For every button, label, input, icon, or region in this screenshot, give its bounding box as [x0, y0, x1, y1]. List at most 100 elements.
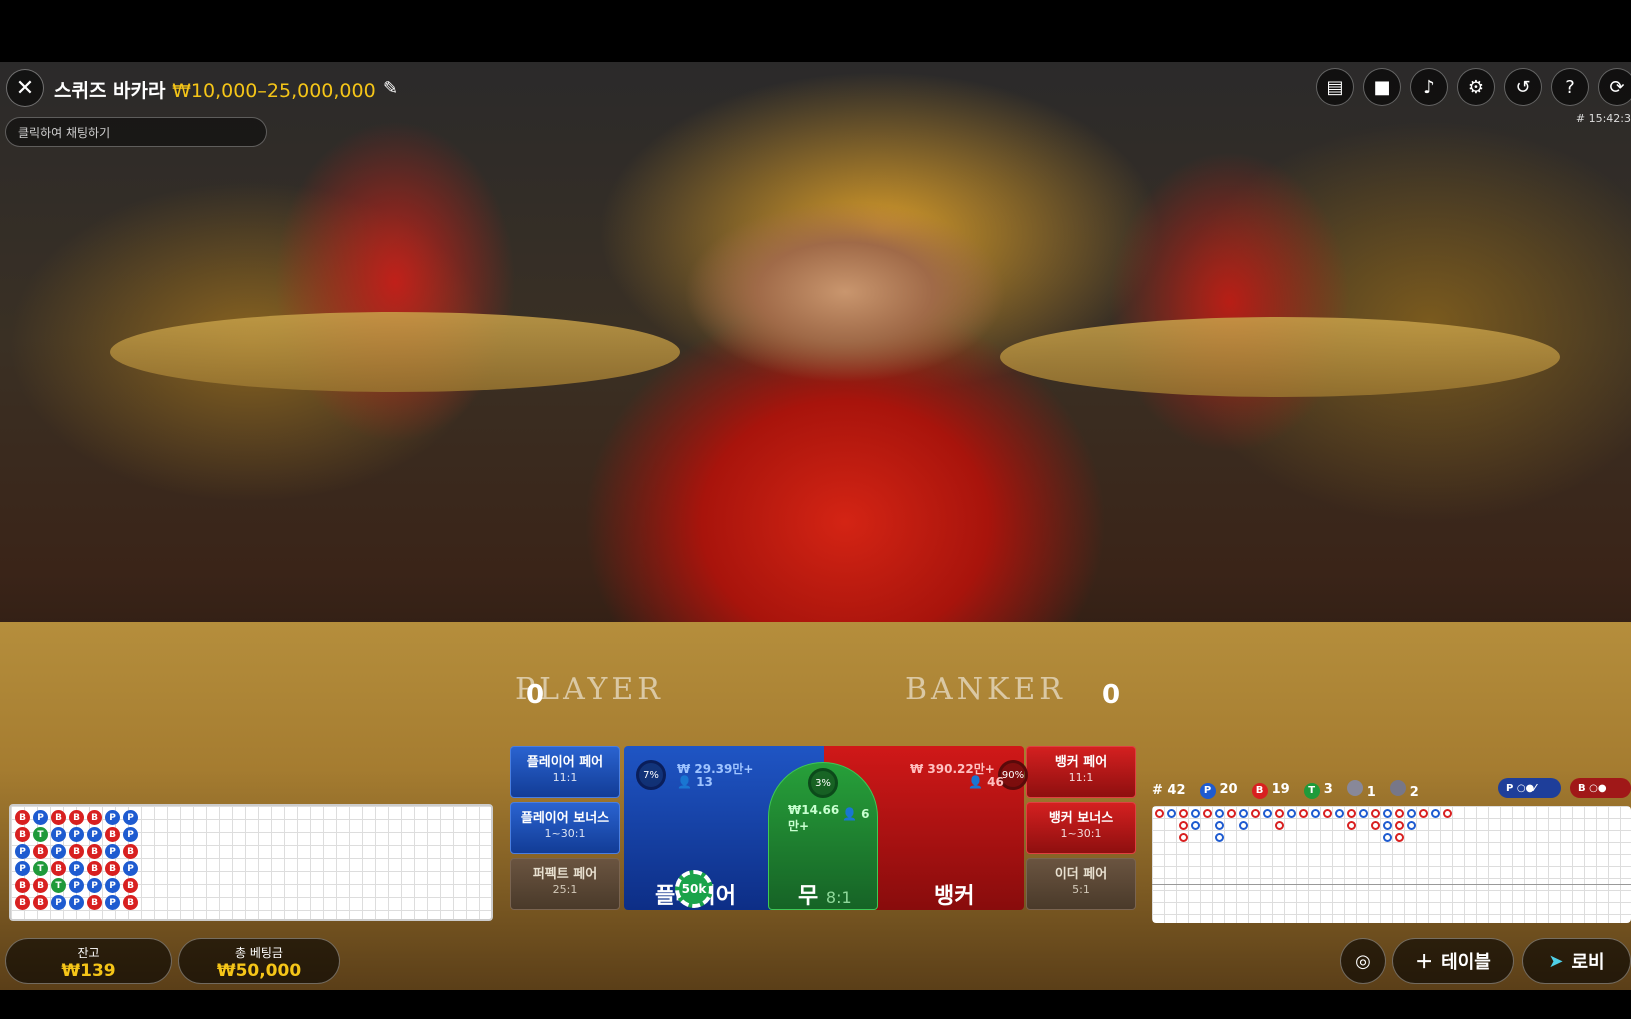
bead-banker: B: [51, 810, 66, 825]
tie-odds: 8:1: [825, 888, 852, 907]
big-road-mark: [1203, 809, 1212, 818]
bead-road[interactable]: BPBBBPPBTPPPBPPBPBBPBPTBPBBPBBTPPPBBBPPB…: [9, 804, 493, 921]
banker-bonus-odds: 1~30:1: [1060, 827, 1102, 840]
bead-player: P: [51, 827, 66, 842]
pin-icon[interactable]: ✎: [383, 78, 398, 99]
tie-percent: 3%: [808, 768, 838, 798]
player-pair-bet[interactable]: 플레이어 페어 11:1: [510, 746, 620, 798]
bead-banker: B: [87, 895, 102, 910]
banker-dot: B: [1251, 782, 1268, 799]
chip-stack-button[interactable]: ◎: [1340, 938, 1386, 984]
player-count-value: 13: [696, 775, 713, 789]
bead-banker: B: [123, 895, 138, 910]
player-dot: P: [1199, 782, 1216, 799]
big-road-mark: [1215, 821, 1224, 830]
bead-banker: B: [87, 844, 102, 859]
chat-input[interactable]: 클릭하여 채팅하기: [5, 117, 267, 147]
banker-count: 👤 46: [968, 775, 1004, 789]
bead-player: P: [69, 861, 84, 876]
close-button[interactable]: ✕: [6, 69, 44, 107]
lobby-button-label: 로비: [1571, 952, 1605, 973]
perfect-pair-bet[interactable]: 퍼펙트 페어 25:1: [510, 858, 620, 910]
player-count: 👤 13: [677, 775, 713, 789]
player-wins-value: 20: [1219, 781, 1238, 797]
big-road-mark: [1299, 809, 1308, 818]
bead-player: P: [105, 844, 120, 859]
big-road-mark: [1227, 809, 1236, 818]
predict-banker[interactable]: B ○●: [1570, 778, 1631, 798]
big-road-mark: [1407, 821, 1416, 830]
player-pair-dot: [1346, 780, 1363, 796]
big-road-mark: [1179, 821, 1188, 830]
tie-label: 무 8:1: [798, 878, 852, 910]
tie-dot: T: [1303, 782, 1320, 799]
bead-banker: B: [69, 810, 84, 825]
lobby-icon: ➤: [1548, 950, 1564, 972]
banker-label: 뱅커: [934, 884, 975, 909]
predict-banker-label: B: [1578, 782, 1586, 794]
big-road-mark: [1239, 821, 1248, 830]
banker-pair-bet[interactable]: 뱅커 페어 11:1: [1026, 746, 1136, 798]
banker-pair-dot: [1389, 780, 1406, 796]
big-road-mark: [1263, 809, 1272, 818]
toolbar: ▤ ■ ♪ ⚙ ↺ ? ⟳: [1316, 68, 1631, 106]
big-road-mark: [1191, 809, 1200, 818]
game-id: # 15:42:3: [1575, 112, 1631, 125]
bead-player: P: [15, 844, 30, 859]
banker-pairs-value: 2: [1409, 785, 1419, 800]
big-road-mark: [1275, 809, 1284, 818]
roadmap-stats: # 42 P 20 B 19 T3 1 2: [1152, 780, 1419, 800]
settings-icon[interactable]: ⚙: [1457, 68, 1495, 106]
bead-banker: B: [15, 895, 30, 910]
bead-banker: B: [69, 844, 84, 859]
either-pair-odds: 5:1: [1072, 883, 1090, 896]
big-road-mark: [1359, 809, 1368, 818]
balance-label: 잔고: [77, 946, 100, 960]
big-road-mark: [1395, 833, 1404, 842]
bead-banker: B: [87, 861, 102, 876]
perfect-pair-label: 퍼펙트 페어: [532, 867, 598, 882]
tie-count: 👤 6: [842, 807, 870, 821]
either-pair-bet[interactable]: 이더 페어 5:1: [1026, 858, 1136, 910]
fullscreen-icon[interactable]: ⟳: [1598, 68, 1631, 106]
big-road-mark: [1215, 809, 1224, 818]
either-pair-label: 이더 페어: [1054, 867, 1108, 882]
lobby-button[interactable]: ➤ 로비: [1522, 938, 1631, 984]
banker-bonus-bet[interactable]: 뱅커 보너스 1~30:1: [1026, 802, 1136, 854]
big-road-mark: [1395, 809, 1404, 818]
total-bet-label: 총 베팅금: [235, 946, 283, 960]
total-bet-value: ₩50,000: [216, 961, 302, 981]
big-road-mark: [1431, 809, 1440, 818]
ties: T3: [1303, 781, 1333, 799]
big-road-mark: [1215, 833, 1224, 842]
player-percent: 7%: [636, 760, 666, 790]
chat-icon[interactable]: ▤: [1316, 68, 1354, 106]
banker-pair-odds: 11:1: [1068, 771, 1094, 784]
perfect-pair-odds: 25:1: [552, 883, 578, 896]
bead-road-grid: BPBBBPPBTPPPBPPBPBBPBPTBPBBPBBTPPPBBBPPB…: [15, 810, 139, 910]
ties-value: 3: [1323, 781, 1333, 797]
bead-player: P: [87, 827, 102, 842]
banker-pair-label: 뱅커 페어: [1054, 755, 1108, 770]
road-divider: [1152, 884, 1631, 885]
big-road-mark: [1239, 809, 1248, 818]
volume-icon[interactable]: ♪: [1410, 68, 1448, 106]
banker-count-value: 46: [987, 775, 1004, 789]
bead-banker: B: [87, 810, 102, 825]
predict-player[interactable]: P ○●⁄: [1498, 778, 1561, 798]
player-bonus-bet[interactable]: 플레이어 보너스 1~30:1: [510, 802, 620, 854]
player-score: 0: [526, 680, 545, 710]
bead-player: P: [33, 810, 48, 825]
big-road[interactable]: [1152, 806, 1631, 923]
history-icon[interactable]: ↺: [1504, 68, 1542, 106]
close-icon: ✕: [15, 75, 35, 101]
video-icon[interactable]: ■: [1363, 68, 1401, 106]
big-road-mark: [1167, 809, 1176, 818]
big-road-mark: [1191, 821, 1200, 830]
game-name: 스퀴즈 바카라: [54, 80, 166, 102]
player-pairs-value: 1: [1366, 785, 1376, 800]
bead-banker: B: [105, 861, 120, 876]
table-button[interactable]: ＋ 테이블: [1392, 938, 1514, 984]
player-wins: P 20: [1199, 781, 1238, 799]
help-icon[interactable]: ?: [1551, 68, 1589, 106]
